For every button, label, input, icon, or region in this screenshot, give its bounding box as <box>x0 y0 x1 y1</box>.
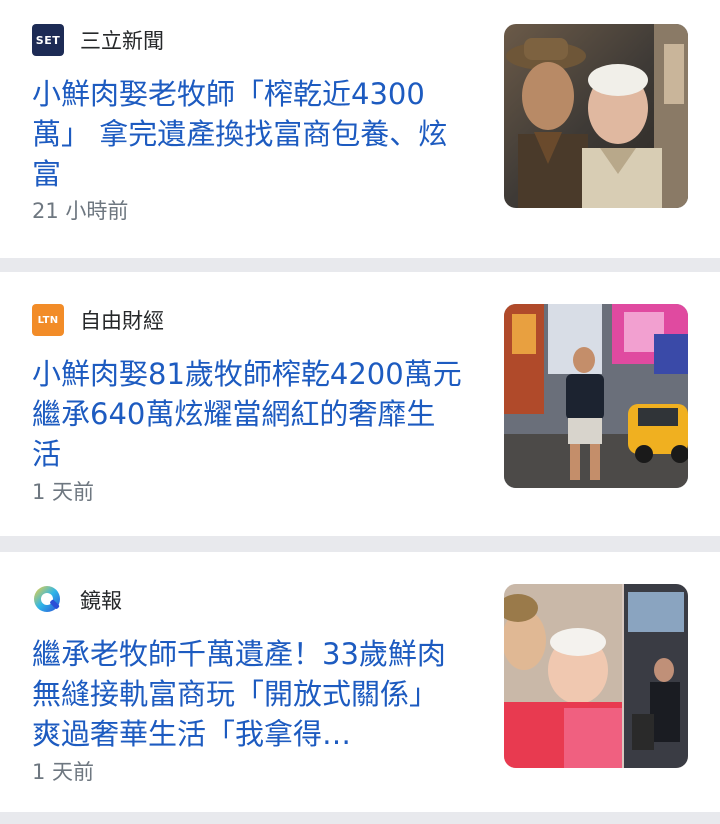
publish-time: 21 小時前 <box>32 199 129 223</box>
news-thumbnail[interactable] <box>504 584 688 768</box>
source-name: 三立新聞 <box>80 29 164 53</box>
news-source: SET 三立新聞 <box>32 24 164 56</box>
selfie-collage-photo <box>504 584 688 768</box>
source-name: 鏡報 <box>80 589 122 613</box>
news-card[interactable]: 鏡報 繼承老牧師千萬遺產！33歲鮮肉無縫接軌富商玩「開放式關係」 爽過奢華生活「… <box>0 552 720 812</box>
source-name: 自由財經 <box>80 309 164 333</box>
ltn-logo-icon: LTN <box>32 304 64 336</box>
news-headline[interactable]: 小鮮肉娶老牧師「榨乾近4300萬」 拿完遺產換找富商包養、炫富 <box>32 74 464 194</box>
news-headline[interactable]: 小鮮肉娶81歲牧師榨乾4200萬元 繼承640萬炫耀當網紅的奢靡生活 <box>32 354 464 474</box>
news-headline[interactable]: 繼承老牧師千萬遺產！33歲鮮肉無縫接軌富商玩「開放式關係」 爽過奢華生活「我拿得… <box>32 634 464 754</box>
mirror-logo-icon <box>32 584 64 616</box>
news-card[interactable]: LTN 自由財經 小鮮肉娶81歲牧師榨乾4200萬元 繼承640萬炫耀當網紅的奢… <box>0 272 720 536</box>
news-card[interactable]: SET 三立新聞 小鮮肉娶老牧師「榨乾近4300萬」 拿完遺產換找富商包養、炫富… <box>0 0 720 258</box>
news-thumbnail[interactable] <box>504 304 688 488</box>
publish-time: 1 天前 <box>32 760 95 784</box>
news-thumbnail[interactable] <box>504 24 688 208</box>
two-men-selfie-photo <box>504 24 688 208</box>
news-source: 鏡報 <box>32 584 122 616</box>
publish-time: 1 天前 <box>32 480 95 504</box>
news-source: LTN 自由財經 <box>32 304 164 336</box>
man-times-square-photo <box>504 304 688 488</box>
news-feed: SET 三立新聞 小鮮肉娶老牧師「榨乾近4300萬」 拿完遺產換找富商包養、炫富… <box>0 0 720 824</box>
set-logo-icon: SET <box>32 24 64 56</box>
